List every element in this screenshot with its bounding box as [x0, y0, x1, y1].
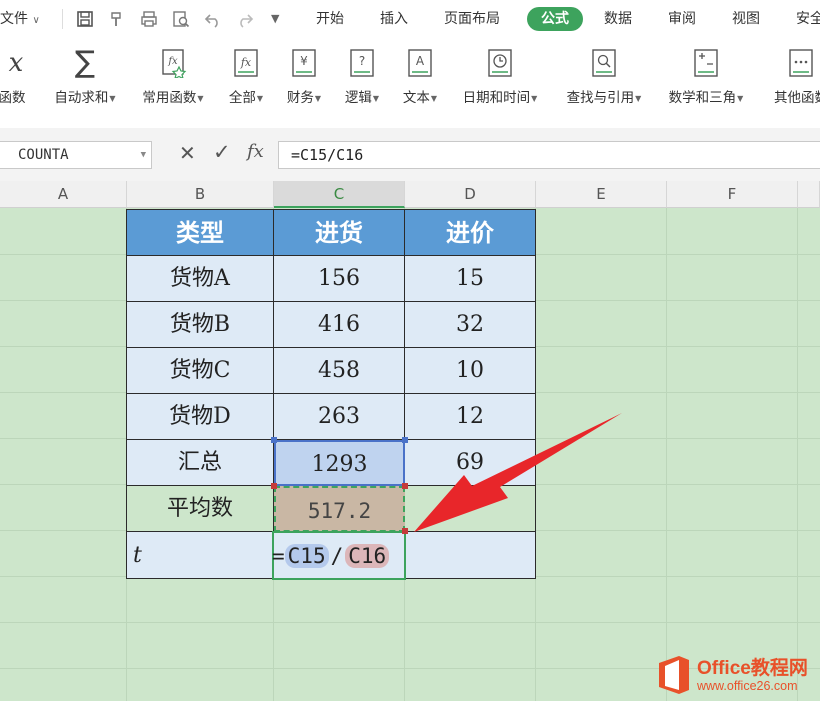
search-book-icon: [592, 49, 616, 77]
table-cell[interactable]: 货物A: [126, 256, 274, 302]
menu-bar: 文件 ∨ ▼ 开始 插入 页面布局 公式 数据 审阅 视图 安全: [0, 0, 820, 38]
tab-security[interactable]: 安全: [796, 0, 820, 38]
question-book-icon: ?: [350, 49, 374, 77]
menu-divider: [62, 9, 63, 29]
table-cell[interactable]: 平均数: [126, 486, 274, 532]
text-button[interactable]: A 文本▼: [396, 46, 444, 120]
table-cell[interactable]: 10: [405, 348, 536, 394]
tab-home[interactable]: 开始: [316, 0, 344, 38]
column-header-g[interactable]: [798, 181, 820, 208]
referenced-cell-c16[interactable]: 517.2: [274, 486, 405, 532]
gridline: [666, 208, 667, 701]
table-cell[interactable]: 263: [274, 394, 405, 440]
column-header-e[interactable]: E: [536, 181, 667, 208]
table-cell[interactable]: 156: [274, 256, 405, 302]
red-arrow-annotation: [414, 413, 622, 532]
watermark-url: www.office26.com: [697, 679, 798, 693]
formula-input[interactable]: =C15/C16: [278, 141, 820, 169]
column-header-b[interactable]: B: [127, 181, 274, 208]
print-icon[interactable]: [140, 10, 158, 28]
column-header-a[interactable]: A: [0, 181, 127, 208]
table-cell[interactable]: 货物B: [126, 302, 274, 348]
gridline: [0, 622, 820, 623]
column-header-f[interactable]: F: [667, 181, 798, 208]
cancel-icon[interactable]: ✕: [179, 141, 196, 165]
save-icon[interactable]: [76, 10, 94, 28]
formula-bar: COUNTA ▼ ✕ ✓ fx =C15/C16: [0, 128, 820, 181]
logical-button[interactable]: ? 逻辑▼: [338, 46, 386, 120]
selection-handle[interactable]: [271, 483, 277, 489]
more-book-icon: [789, 49, 813, 77]
tab-page-layout[interactable]: 页面布局: [444, 0, 500, 38]
formula-ref-c16: C16: [345, 544, 390, 568]
cell-formula-text[interactable]: = C15/C16: [272, 539, 390, 573]
formula-divide: /: [330, 544, 344, 568]
tab-view[interactable]: 视图: [732, 0, 760, 38]
table-header-type[interactable]: 类型: [126, 209, 274, 256]
chevron-down-icon[interactable]: ▼: [141, 142, 146, 168]
redo-icon[interactable]: [236, 10, 254, 28]
table-cell[interactable]: 458: [274, 348, 405, 394]
plus-minus-book-icon: [694, 49, 718, 77]
fx-icon: x: [8, 48, 24, 78]
watermark-brand: Office教程网: [697, 658, 808, 679]
tab-review[interactable]: 审阅: [668, 0, 696, 38]
table-cell[interactable]: 15: [405, 256, 536, 302]
column-header-c[interactable]: C: [274, 181, 405, 208]
tab-formulas[interactable]: 公式: [527, 7, 583, 31]
referenced-cell-c15[interactable]: 1293: [274, 440, 405, 486]
date-time-button[interactable]: 日期和时间▼: [454, 46, 546, 120]
table-cell[interactable]: 货物D: [126, 394, 274, 440]
table-cell[interactable]: t: [126, 532, 274, 579]
table-cell[interactable]: 416: [274, 302, 405, 348]
autosum-button[interactable]: ∑ 自动求和▼: [48, 46, 122, 120]
format-painter-icon[interactable]: [108, 10, 126, 28]
name-box[interactable]: COUNTA ▼: [0, 141, 152, 169]
financial-button[interactable]: ¥ 财务▼: [280, 46, 328, 120]
math-trig-button[interactable]: 数学和三角▼: [660, 46, 752, 120]
selection-handle[interactable]: [271, 437, 277, 443]
formula-ref-c15: C15: [284, 544, 329, 568]
function-book-icon: fx: [234, 49, 258, 77]
print-preview-icon[interactable]: [172, 10, 190, 28]
ribbon: x 函数 ∑ 自动求和▼ fx 常用函数▼ fx 全部▼ ¥ 财务▼ ? 逻辑▼…: [0, 38, 820, 129]
yen-book-icon: ¥: [292, 49, 316, 77]
table-cell[interactable]: 货物C: [126, 348, 274, 394]
more-functions-button[interactable]: 其他函数: [764, 46, 820, 120]
table-cell[interactable]: 32: [405, 302, 536, 348]
svg-text:?: ?: [359, 54, 365, 68]
letter-a-book-icon: A: [408, 49, 432, 77]
file-menu[interactable]: 文件 ∨: [0, 0, 40, 38]
svg-text:A: A: [416, 54, 425, 68]
svg-text:fx: fx: [240, 56, 252, 69]
sigma-icon: ∑: [74, 45, 96, 80]
svg-text:fx: fx: [167, 56, 178, 67]
common-functions-button[interactable]: fx 常用函数▼: [136, 46, 210, 120]
all-functions-button[interactable]: fx 全部▼: [222, 46, 270, 120]
lookup-reference-button[interactable]: 查找与引用▼: [558, 46, 650, 120]
customize-quick-access-icon[interactable]: ▼: [271, 0, 279, 38]
tab-insert[interactable]: 插入: [380, 0, 408, 38]
table-header-purchase[interactable]: 进货: [274, 209, 405, 256]
table-cell[interactable]: 汇总: [126, 440, 274, 486]
confirm-icon[interactable]: ✓: [213, 140, 231, 164]
gridline: [797, 208, 798, 701]
insert-function-button[interactable]: x 函数: [0, 46, 32, 120]
watermark: Office教程网 www.office26.com: [655, 652, 820, 701]
formula-equals: =: [272, 544, 285, 568]
star-function-icon: fx: [162, 49, 187, 78]
clock-book-icon: [488, 49, 512, 77]
tab-data[interactable]: 数据: [604, 0, 632, 38]
svg-text:¥: ¥: [300, 54, 308, 68]
office-logo-icon: [659, 656, 689, 694]
table-header-price[interactable]: 进价: [405, 209, 536, 256]
insert-function-fx-icon[interactable]: fx: [247, 141, 264, 162]
undo-icon[interactable]: [204, 10, 222, 28]
column-header-d[interactable]: D: [405, 181, 536, 208]
